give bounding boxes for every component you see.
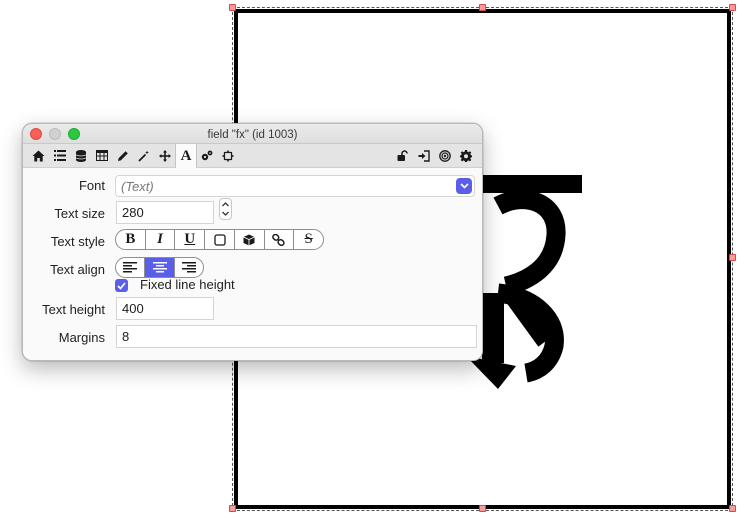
- text-align-label: Text align: [50, 262, 105, 277]
- align-right-button[interactable]: [175, 258, 203, 277]
- sign-in-icon[interactable]: [415, 147, 433, 164]
- text-align-segmented-control: [115, 257, 204, 278]
- box-icon: [213, 233, 226, 246]
- resize-handle-bottom-right[interactable]: [729, 505, 736, 512]
- italic-button[interactable]: I: [146, 230, 176, 249]
- fixed-line-height-label: Fixed line height: [140, 277, 235, 292]
- text-size-stepper[interactable]: [219, 198, 232, 220]
- text-height-label: Text height: [42, 302, 105, 317]
- align-center-button[interactable]: [145, 258, 175, 277]
- margins-label: Margins: [58, 330, 105, 345]
- strikeout-glyph: S: [304, 231, 313, 247]
- resize-icon[interactable]: [219, 147, 237, 164]
- fixed-line-height-checkbox[interactable]: [115, 279, 128, 292]
- property-inspector-window[interactable]: field "fx" (id 1003) A Font (Text) Text …: [22, 123, 483, 361]
- font-label: Font: [78, 178, 105, 193]
- italic-glyph: I: [157, 231, 163, 247]
- text-style-label: Text style: [50, 234, 105, 249]
- box-style-button[interactable]: [205, 230, 235, 249]
- gears-icon[interactable]: [198, 147, 216, 164]
- font-select[interactable]: (Text): [115, 175, 475, 197]
- home-icon[interactable]: [29, 147, 47, 164]
- chevron-down-icon[interactable]: [456, 178, 472, 194]
- pencil-icon[interactable]: [114, 147, 132, 164]
- align-right-icon: [182, 262, 196, 273]
- table-icon[interactable]: [93, 147, 111, 164]
- chevron-down-icon: [222, 211, 229, 216]
- database-icon[interactable]: [72, 147, 90, 164]
- inspector-content: Font (Text) Text size 280 Text style B I: [23, 168, 482, 360]
- resize-handle-top-right[interactable]: [729, 4, 736, 11]
- gear-icon[interactable]: [457, 147, 475, 164]
- text-style-segmented-control: B I U S: [115, 229, 324, 250]
- zoom-window-button[interactable]: [68, 128, 80, 140]
- text-height-input[interactable]: 400: [116, 297, 214, 320]
- inspector-toolbar: A: [23, 144, 482, 168]
- align-left-button[interactable]: [116, 258, 145, 277]
- strikeout-button[interactable]: S: [294, 230, 323, 249]
- lock-icon[interactable]: [394, 147, 412, 164]
- font-select-value: (Text): [121, 179, 154, 194]
- text-size-value: 280: [122, 205, 144, 220]
- move-icon[interactable]: [156, 147, 174, 164]
- magic-wand-icon[interactable]: [135, 147, 153, 164]
- link-style-button[interactable]: [265, 230, 295, 249]
- bold-glyph: B: [125, 231, 136, 247]
- resize-handle-top-left[interactable]: [229, 4, 236, 11]
- text-height-value: 400: [122, 301, 144, 316]
- minimize-window-button[interactable]: [49, 128, 61, 140]
- cube-icon: [243, 234, 255, 245]
- text-tab-glyph: A: [180, 147, 192, 164]
- text-size-label: Text size: [54, 206, 105, 221]
- underline-glyph: U: [184, 231, 196, 247]
- 3d-box-style-button[interactable]: [235, 230, 265, 249]
- margins-input[interactable]: 8: [116, 325, 477, 348]
- resize-handle-middle-right[interactable]: [729, 254, 736, 261]
- window-title: field "fx" (id 1003): [207, 129, 298, 141]
- underline-button[interactable]: U: [175, 230, 206, 249]
- chevron-up-icon: [222, 202, 229, 207]
- text-icon[interactable]: A: [175, 144, 197, 168]
- text-size-input[interactable]: 280: [116, 201, 214, 224]
- resize-handle-top-middle[interactable]: [479, 4, 486, 11]
- resize-handle-bottom-left[interactable]: [229, 505, 236, 512]
- link-icon: [272, 233, 286, 246]
- window-titlebar[interactable]: field "fx" (id 1003): [23, 124, 482, 144]
- list-icon[interactable]: [51, 147, 69, 164]
- margins-value: 8: [122, 329, 130, 344]
- target-icon[interactable]: [436, 147, 454, 164]
- checkmark-icon: [117, 281, 126, 290]
- align-left-icon: [123, 262, 137, 273]
- close-window-button[interactable]: [30, 128, 42, 140]
- align-center-icon: [152, 262, 167, 273]
- bold-button[interactable]: B: [116, 230, 146, 249]
